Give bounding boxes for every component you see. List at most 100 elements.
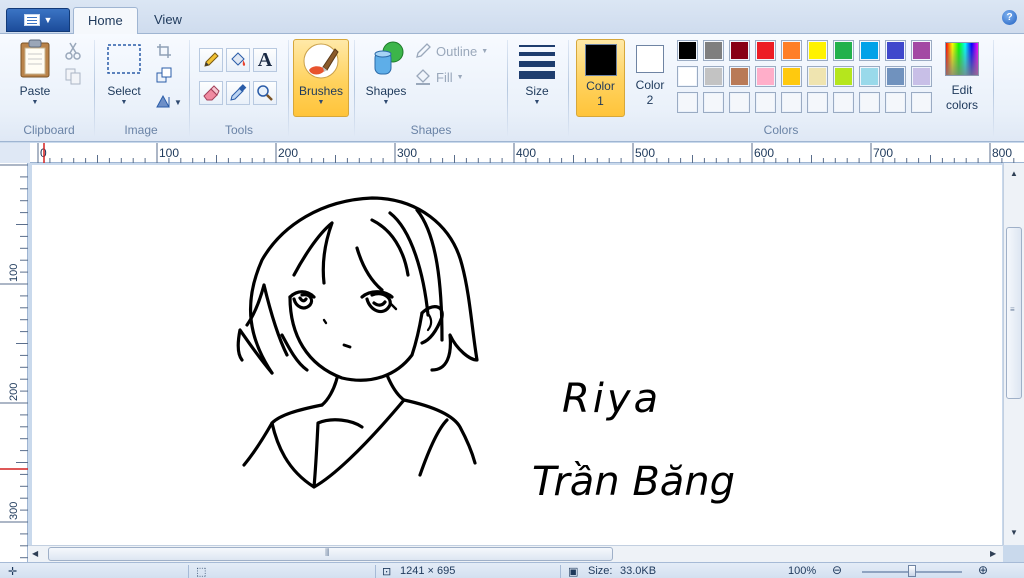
tab-strip: ▼ Home View ? bbox=[0, 0, 1024, 35]
horizontal-scrollbar[interactable]: ◀ ⦀ ▶ bbox=[28, 545, 1003, 562]
palette-color-swatch[interactable] bbox=[911, 66, 932, 87]
size-label: Size bbox=[525, 84, 549, 98]
palette-color-swatch[interactable] bbox=[703, 40, 724, 61]
palette-color-swatch[interactable] bbox=[703, 66, 724, 87]
palette-custom-slot[interactable] bbox=[807, 92, 828, 113]
zoom-out-icon[interactable]: ⊖ bbox=[832, 563, 842, 577]
swatch-fill bbox=[757, 42, 774, 59]
edit-colors-button[interactable]: Edit colors bbox=[940, 38, 984, 113]
vertical-scroll-thumb[interactable]: ≡ bbox=[1006, 227, 1022, 399]
palette-color-swatch[interactable] bbox=[677, 66, 698, 87]
rotate-button[interactable]: ▼ bbox=[153, 90, 183, 112]
file-size-icon: ▣ bbox=[568, 566, 579, 578]
eraser-tool[interactable] bbox=[199, 81, 223, 105]
palette-custom-slot[interactable] bbox=[755, 92, 776, 113]
swatch-fill bbox=[887, 42, 904, 59]
paste-button[interactable]: Paste ▼ bbox=[12, 38, 58, 107]
color2-button[interactable]: Color 2 bbox=[627, 39, 673, 108]
color-picker-tool[interactable] bbox=[226, 81, 250, 105]
drawing-canvas[interactable]: Riya Trần Băng bbox=[32, 165, 1002, 545]
copy-button[interactable] bbox=[62, 66, 84, 88]
svg-text:▼: ▼ bbox=[174, 98, 181, 107]
tab-home[interactable]: Home bbox=[73, 7, 138, 35]
palette-custom-slot[interactable] bbox=[911, 92, 932, 113]
palette-custom-slot[interactable] bbox=[703, 92, 724, 113]
palette-color-swatch[interactable] bbox=[781, 40, 802, 61]
outline-button[interactable]: Outline ▼ bbox=[414, 42, 488, 60]
crop-button[interactable] bbox=[153, 40, 175, 62]
palette-color-swatch[interactable] bbox=[833, 66, 854, 87]
shapes-group-label: Shapes bbox=[410, 123, 452, 137]
brushes-button[interactable]: Brushes ▼ bbox=[293, 39, 349, 117]
fill-tool[interactable] bbox=[226, 48, 250, 72]
left-eye bbox=[288, 290, 316, 310]
chevron-down-icon: ▼ bbox=[31, 99, 39, 106]
ruler-label: 800 bbox=[992, 146, 1012, 160]
magnifier-tool[interactable] bbox=[253, 81, 277, 105]
grip-icon: ≡ bbox=[1010, 305, 1015, 314]
ribbon: Paste ▼ Clipboard Select ▼ ▼ Image A Too… bbox=[0, 34, 1024, 142]
paint-menu-button[interactable]: ▼ bbox=[6, 8, 70, 32]
palette-color-swatch[interactable] bbox=[833, 40, 854, 61]
palette-color-swatch[interactable] bbox=[729, 40, 750, 61]
hair-strand bbox=[355, 218, 410, 292]
palette-color-swatch[interactable] bbox=[807, 40, 828, 61]
cut-button[interactable] bbox=[62, 40, 84, 62]
ruler-label: 300 bbox=[397, 146, 417, 160]
color2-swatch bbox=[636, 45, 664, 73]
fill-button[interactable]: Fill ▼ bbox=[414, 68, 464, 86]
zoom-slider[interactable] bbox=[862, 565, 962, 577]
palette-color-swatch[interactable] bbox=[729, 66, 750, 87]
swatch-fill bbox=[705, 68, 722, 85]
palette-color-swatch[interactable] bbox=[755, 66, 776, 87]
palette-color-swatch[interactable] bbox=[859, 66, 880, 87]
palette-color-swatch[interactable] bbox=[885, 66, 906, 87]
paste-label: Paste bbox=[19, 84, 51, 98]
palette-custom-slot[interactable] bbox=[833, 92, 854, 113]
edit-colors-label2: colors bbox=[945, 98, 978, 112]
horizontal-scroll-thumb[interactable]: ⦀ bbox=[48, 547, 613, 561]
scroll-left-icon[interactable]: ◀ bbox=[32, 549, 38, 558]
palette-color-swatch[interactable] bbox=[807, 66, 828, 87]
swatch-fill bbox=[783, 94, 800, 111]
text-tool[interactable]: A bbox=[253, 48, 277, 72]
scroll-down-icon[interactable]: ▼ bbox=[1010, 528, 1018, 537]
ruler-label: 100 bbox=[8, 264, 20, 282]
chevron-down-icon: ▼ bbox=[43, 15, 53, 25]
color1-button[interactable]: Color 1 bbox=[576, 39, 625, 117]
palette-custom-slot[interactable] bbox=[859, 92, 880, 113]
zoom-slider-thumb[interactable] bbox=[908, 565, 916, 577]
selection-rectangle-icon bbox=[107, 44, 141, 74]
palette-custom-slot[interactable] bbox=[885, 92, 906, 113]
resize-button[interactable] bbox=[153, 64, 175, 86]
separator bbox=[354, 40, 355, 136]
vertical-scrollbar[interactable]: ▲ ≡ ▼ bbox=[1003, 163, 1024, 545]
help-icon[interactable]: ? bbox=[1002, 10, 1017, 25]
palette-custom-slot[interactable] bbox=[729, 92, 750, 113]
shapes-button[interactable]: Shapes ▼ bbox=[360, 38, 412, 107]
swatch-fill bbox=[835, 94, 852, 111]
scroll-right-icon[interactable]: ▶ bbox=[990, 549, 996, 558]
palette-color-swatch[interactable] bbox=[755, 40, 776, 61]
zoom-in-icon[interactable]: ⊕ bbox=[978, 563, 988, 577]
palette-color-swatch[interactable] bbox=[885, 40, 906, 61]
swatch-fill bbox=[679, 68, 696, 85]
palette-color-swatch[interactable] bbox=[677, 40, 698, 61]
zoom-level: 100% bbox=[788, 565, 817, 577]
document-icon bbox=[23, 14, 40, 26]
shapes-label: Shapes bbox=[365, 84, 407, 98]
palette-color-swatch[interactable] bbox=[859, 40, 880, 61]
palette-color-swatch[interactable] bbox=[911, 40, 932, 61]
pencil-tool[interactable] bbox=[199, 48, 223, 72]
color2-label: Color bbox=[635, 78, 665, 92]
palette-custom-slot[interactable] bbox=[677, 92, 698, 113]
select-button[interactable]: Select ▼ bbox=[102, 38, 146, 107]
palette-custom-slot[interactable] bbox=[781, 92, 802, 113]
canvas-size-icon: ⊡ bbox=[382, 566, 392, 578]
brushes-label: Brushes bbox=[298, 84, 344, 98]
palette-color-swatch[interactable] bbox=[781, 66, 802, 87]
swatch-fill bbox=[705, 94, 722, 111]
size-button[interactable]: Size ▼ bbox=[514, 38, 560, 107]
tab-view[interactable]: View bbox=[140, 7, 196, 34]
scroll-up-icon[interactable]: ▲ bbox=[1010, 169, 1018, 178]
